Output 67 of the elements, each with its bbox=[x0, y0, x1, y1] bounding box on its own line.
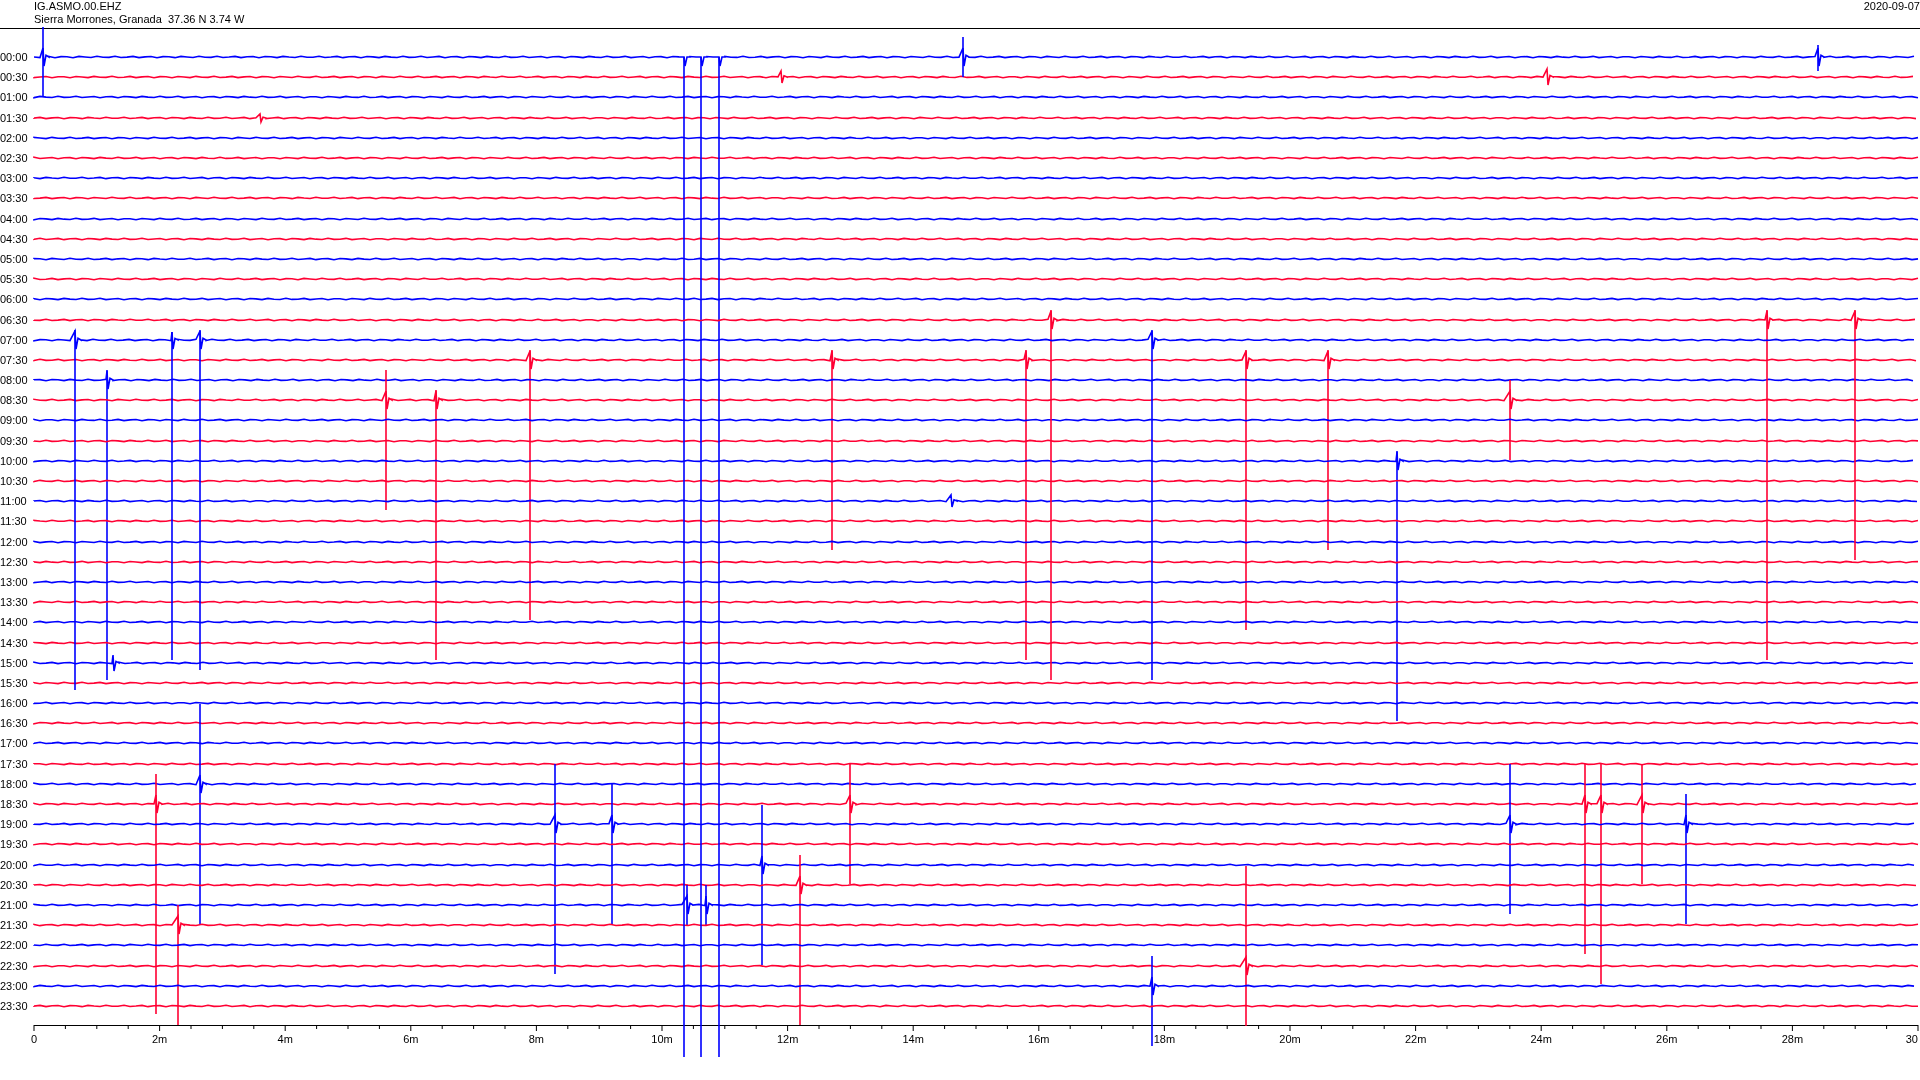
time-label: 13:30 bbox=[0, 596, 29, 609]
time-label: 00:00 bbox=[0, 51, 29, 64]
time-label: 09:30 bbox=[0, 434, 29, 447]
time-label: 23:00 bbox=[0, 979, 29, 992]
time-label: 20:00 bbox=[0, 858, 29, 871]
axis-tick-label: 12m bbox=[776, 1033, 799, 1045]
axis-tick-label: 24m bbox=[1530, 1033, 1552, 1045]
time-label: 05:30 bbox=[0, 273, 29, 286]
time-label: 12:00 bbox=[0, 535, 29, 548]
time-label: 01:30 bbox=[0, 111, 29, 124]
time-label: 20:30 bbox=[0, 878, 29, 891]
time-label: 22:00 bbox=[0, 939, 29, 952]
time-label: 21:30 bbox=[0, 919, 29, 932]
time-label: 10:00 bbox=[0, 454, 29, 467]
time-label: 05:00 bbox=[0, 252, 29, 265]
time-label: 06:00 bbox=[0, 293, 29, 306]
axis-tick-label: 20m bbox=[1279, 1033, 1301, 1045]
axis-tick-label: 4m bbox=[277, 1033, 293, 1045]
time-label: 16:30 bbox=[0, 717, 29, 730]
time-label: 17:30 bbox=[0, 757, 29, 770]
station-location: Sierra Morrones, Granada 37.36 N 3.74 W bbox=[34, 13, 245, 26]
station-code: IG.ASMO.00.EHZ bbox=[34, 0, 123, 13]
axis-tick-label: 6m bbox=[403, 1033, 419, 1045]
time-label: 03:30 bbox=[0, 192, 29, 205]
time-label: 19:00 bbox=[0, 818, 29, 831]
axis-tick-label: 22m bbox=[1404, 1033, 1427, 1045]
time-label: 15:30 bbox=[0, 676, 29, 689]
time-label: 06:30 bbox=[0, 313, 29, 326]
time-label: 13:00 bbox=[0, 575, 29, 588]
time-label: 00:30 bbox=[0, 71, 29, 84]
time-label: 21:00 bbox=[0, 898, 29, 911]
axis-tick-label: 28m bbox=[1781, 1033, 1804, 1045]
time-label: 11:30 bbox=[0, 515, 28, 528]
time-label: 01:00 bbox=[0, 91, 29, 104]
time-label: 12:30 bbox=[0, 555, 29, 568]
time-label: 09:00 bbox=[0, 414, 29, 427]
time-label: 18:30 bbox=[0, 798, 29, 811]
axis-tick-label: 26m bbox=[1656, 1033, 1678, 1045]
time-label: 17:00 bbox=[0, 737, 29, 750]
time-label: 16:00 bbox=[0, 697, 29, 710]
axis-tick-label: 2m bbox=[151, 1033, 168, 1045]
axis-tick-label: 16m bbox=[1028, 1033, 1050, 1045]
time-label: 07:00 bbox=[0, 333, 29, 346]
time-label: 14:30 bbox=[0, 636, 29, 649]
axis-tick-label: 18m bbox=[1153, 1033, 1176, 1045]
time-label: 02:00 bbox=[0, 131, 29, 144]
time-label: 18:00 bbox=[0, 777, 29, 790]
time-label: 04:30 bbox=[0, 232, 29, 245]
time-label: 22:30 bbox=[0, 959, 29, 972]
time-label: 10:30 bbox=[0, 475, 29, 488]
axis-tick-label: 0 bbox=[30, 1033, 38, 1045]
time-label: 03:00 bbox=[0, 172, 29, 185]
time-label: 08:00 bbox=[0, 374, 29, 387]
time-label: 02:30 bbox=[0, 152, 29, 165]
axis-tick-label: 14m bbox=[902, 1033, 924, 1045]
time-label: 04:00 bbox=[0, 212, 29, 225]
time-label: 14:00 bbox=[0, 616, 29, 629]
time-label: 15:00 bbox=[0, 656, 29, 669]
time-label: 07:30 bbox=[0, 353, 29, 366]
axis-tick-label: 30 bbox=[1905, 1033, 1918, 1045]
date-label: 2020-09-07 bbox=[1863, 0, 1920, 14]
axis-tick-label: 8m bbox=[528, 1033, 545, 1045]
time-label: 19:30 bbox=[0, 838, 29, 851]
time-label: 23:30 bbox=[0, 999, 29, 1012]
axis-tick-label: 10m bbox=[651, 1033, 673, 1045]
time-label: 11:00 bbox=[0, 495, 28, 508]
time-label: 08:30 bbox=[0, 394, 29, 407]
